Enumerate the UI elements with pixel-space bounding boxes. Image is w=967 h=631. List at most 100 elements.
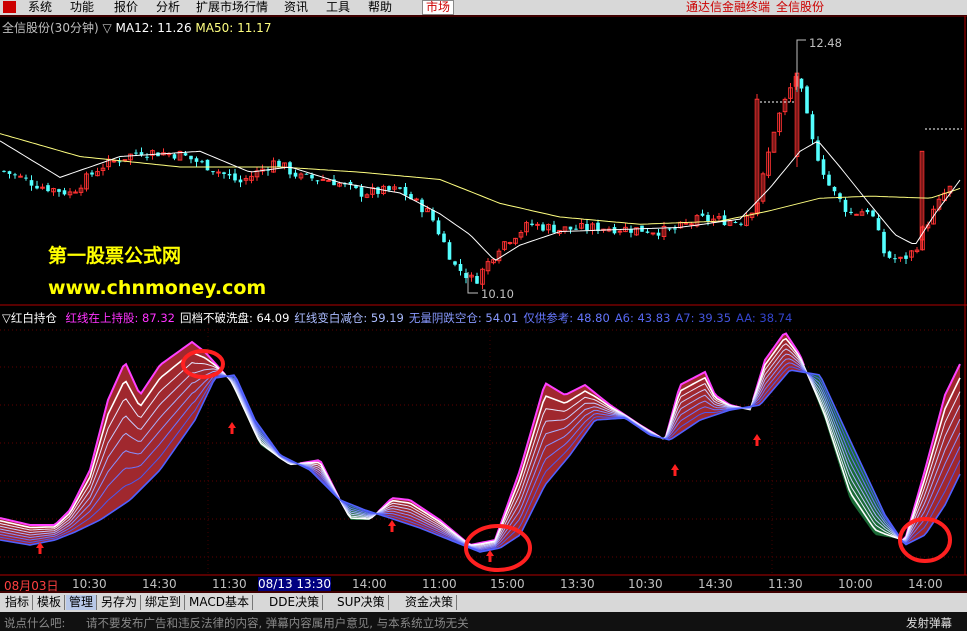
candle-body bbox=[7, 171, 12, 174]
candle-body bbox=[871, 210, 875, 217]
candle-body bbox=[541, 224, 545, 231]
formula-tab[interactable]: 另存为 bbox=[98, 595, 142, 610]
candle-body bbox=[183, 153, 188, 156]
indicator-legend-item: 仅供参考: 48.80 bbox=[523, 311, 610, 325]
candle-body bbox=[117, 161, 122, 163]
time-axis-label: 08月03日 bbox=[4, 579, 59, 593]
watermark-title: 第一股票公式网 bbox=[48, 245, 182, 267]
candle-body bbox=[57, 189, 61, 192]
candle-body bbox=[585, 223, 589, 231]
danmaku-bar: 说点什么吧: 请不要发布广告和违反法律的内容, 弹幕内容属用户意见, 与本系统立… bbox=[0, 612, 967, 631]
time-axis-label: 13:30 bbox=[560, 577, 595, 591]
formula-tab[interactable]: SUP决策 bbox=[334, 595, 389, 610]
candle-body bbox=[568, 226, 573, 230]
candle-body bbox=[810, 114, 815, 140]
formula-tab[interactable]: 管理 bbox=[66, 595, 98, 610]
formula-tab-bar: 指标 模板 管理 另存为 绑定到 MACD基本 DDE决策 SUP决策 资金决策 bbox=[0, 593, 967, 612]
candle-body bbox=[656, 232, 661, 236]
chart-title: 全信股份(30分钟) bbox=[2, 21, 99, 35]
buy-arrow-icon bbox=[228, 422, 236, 434]
candle-body bbox=[90, 172, 94, 175]
time-axis-label: 14:30 bbox=[698, 577, 733, 591]
buy-arrow-icon bbox=[671, 464, 679, 476]
candle-body bbox=[838, 193, 842, 200]
time-axis-label: 15:00 bbox=[490, 577, 525, 591]
ma50-line bbox=[0, 133, 961, 225]
candle-body bbox=[134, 152, 138, 154]
candle-body bbox=[46, 185, 50, 192]
candle-body bbox=[216, 171, 221, 174]
candle-body bbox=[887, 251, 892, 258]
candle-body bbox=[827, 174, 831, 186]
main-chart-legend: 全信股份(30分钟) ▽ MA12: 11.26 MA50: 11.17 bbox=[2, 19, 271, 36]
candle-body bbox=[832, 186, 837, 192]
candle-body bbox=[574, 228, 578, 230]
candle-body bbox=[805, 86, 809, 114]
candle-body bbox=[507, 242, 513, 245]
candle-body bbox=[898, 256, 903, 259]
indicator-legend-item: 红线变白减仓: 59.19 bbox=[294, 311, 404, 325]
candle-body bbox=[359, 187, 364, 197]
send-danmaku-button[interactable]: 发射弹幕 bbox=[906, 615, 952, 631]
time-axis-label: 14:30 bbox=[142, 577, 177, 591]
triangle-icon[interactable]: ▽ bbox=[102, 21, 111, 35]
candle-body bbox=[629, 229, 633, 233]
time-axis-label: 10:00 bbox=[838, 577, 873, 591]
formula-tab[interactable]: 资金决策 bbox=[402, 595, 458, 610]
danmaku-prompt[interactable]: 说点什么吧: bbox=[4, 615, 65, 631]
candle-body bbox=[667, 228, 672, 230]
candle-body bbox=[882, 231, 886, 254]
formula-tab[interactable]: 模板 bbox=[34, 595, 66, 610]
candle-body bbox=[733, 221, 738, 223]
candle-body bbox=[29, 180, 34, 186]
buy-arrow-icon bbox=[486, 550, 494, 562]
candle-body bbox=[376, 187, 380, 194]
indicator-legend-item: AA: 38.74 bbox=[736, 311, 793, 325]
formula-tab[interactable]: DDE决策 bbox=[266, 595, 324, 610]
candle-body bbox=[172, 154, 177, 159]
candle-body bbox=[645, 231, 650, 233]
watermark-url: www.chnmoney.com bbox=[48, 277, 267, 299]
candle-body bbox=[552, 224, 556, 233]
time-axis-label: 10:30 bbox=[628, 577, 663, 591]
candle-body bbox=[403, 186, 408, 196]
indicator-legend-item: 无量阴跌空仓: 54.01 bbox=[408, 311, 519, 325]
candle-body bbox=[843, 199, 848, 212]
candle-body bbox=[821, 159, 826, 175]
candle-body bbox=[320, 178, 326, 181]
candle-body bbox=[293, 172, 298, 177]
candle-body bbox=[288, 162, 292, 175]
candle-body bbox=[650, 232, 656, 235]
candle-body bbox=[200, 161, 204, 163]
candle-body bbox=[315, 180, 320, 182]
indicator-title[interactable]: ▽红白持仓 bbox=[2, 311, 57, 325]
low-price-label: 10.10 bbox=[481, 287, 514, 301]
indicator-legend-item: A6: 43.83 bbox=[614, 311, 671, 325]
formula-tab[interactable]: 指标 bbox=[2, 595, 34, 610]
candle-body bbox=[904, 255, 908, 259]
candle-body bbox=[436, 220, 441, 235]
formula-tab[interactable]: MACD基本 bbox=[186, 595, 253, 610]
candle-body bbox=[13, 174, 17, 176]
candle-body bbox=[535, 223, 540, 226]
candle-body bbox=[227, 173, 232, 176]
candle-body bbox=[700, 213, 705, 216]
candle-body bbox=[387, 186, 391, 191]
candle-body bbox=[111, 160, 117, 163]
formula-tab[interactable]: 绑定到 bbox=[142, 595, 186, 610]
candle-body bbox=[145, 156, 149, 158]
candle-body bbox=[739, 223, 743, 225]
high-price-label: 12.48 bbox=[809, 36, 842, 50]
candle-body bbox=[420, 199, 424, 213]
time-axis-label: 14:00 bbox=[352, 577, 387, 591]
candle-body bbox=[683, 222, 689, 225]
indicator-legend: ▽红白持仓 红线在上持股: 87.32 回档不破洗盘: 64.09 红线变白减仓: … bbox=[2, 310, 792, 326]
ma50-label: MA50: 11.17 bbox=[195, 21, 272, 35]
candle-body bbox=[35, 185, 39, 189]
time-axis-label: 11:30 bbox=[212, 577, 247, 591]
buy-arrow-icon bbox=[388, 520, 396, 532]
buy-arrow-icon bbox=[753, 434, 761, 446]
candle-body bbox=[211, 171, 215, 173]
candle-body bbox=[238, 179, 243, 183]
candle-body bbox=[431, 210, 435, 221]
